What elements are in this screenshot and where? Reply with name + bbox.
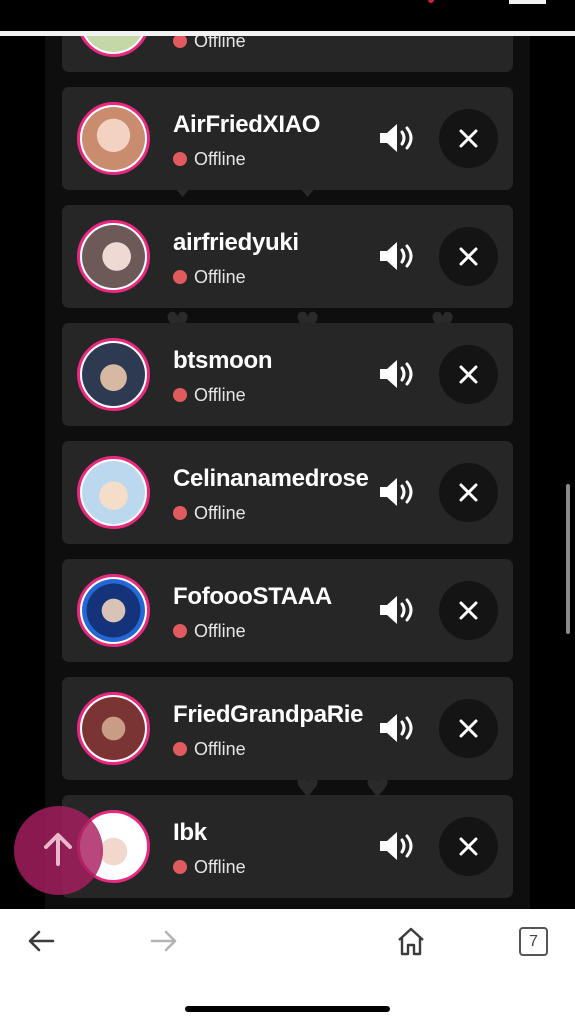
status-text: Offline	[194, 620, 246, 641]
arrow-left-icon[interactable]	[27, 929, 55, 953]
close-icon	[459, 601, 478, 620]
status-text: Offline	[194, 148, 246, 169]
volume-icon[interactable]	[378, 593, 416, 627]
offline-dot	[173, 860, 187, 874]
close-icon	[459, 837, 478, 856]
offline-dot	[173, 506, 187, 520]
friend-card[interactable]: AirFriedXIAO Offline	[62, 87, 513, 190]
avatar	[77, 36, 150, 57]
avatar	[77, 220, 150, 293]
remove-friend-button[interactable]	[439, 345, 498, 404]
remove-friend-button[interactable]	[439, 463, 498, 522]
friend-card[interactable]: btsmoon Offline	[62, 323, 513, 426]
avatar	[77, 102, 150, 175]
friend-card[interactable]: FriedGrandpaRie Offline	[62, 677, 513, 780]
friend-card[interactable]: FofoooSTAAA Offline	[62, 559, 513, 662]
volume-icon[interactable]	[378, 711, 416, 745]
status-text: Offline	[194, 266, 246, 287]
tabs-count-button[interactable]: 7	[519, 927, 548, 956]
status-indicator: Offline	[173, 149, 246, 169]
volume-icon[interactable]	[378, 829, 416, 863]
status-indicator: Offline	[173, 267, 246, 287]
friend-name: Ibk	[173, 819, 207, 846]
scroll-to-top-button[interactable]	[14, 806, 103, 895]
close-icon	[459, 365, 478, 384]
friend-name: btsmoon	[173, 347, 273, 374]
friend-name: Celinanamedrose	[173, 465, 369, 492]
close-icon	[459, 483, 478, 502]
offline-dot	[173, 624, 187, 638]
home-icon[interactable]	[396, 926, 426, 956]
friend-card[interactable]: Offline	[62, 36, 513, 72]
status-text: Offline	[194, 738, 246, 759]
status-indicator: Offline	[173, 739, 246, 759]
browser-bottom-bar: 7	[0, 909, 575, 1024]
remove-friend-button[interactable]	[439, 227, 498, 286]
status-indicator: Offline	[173, 36, 246, 51]
remove-friend-button[interactable]	[439, 581, 498, 640]
offline-dot	[173, 742, 187, 756]
friend-card[interactable]: Celinanamedrose Offline	[62, 441, 513, 544]
volume-icon[interactable]	[378, 121, 416, 155]
friend-card[interactable]: airfriedyuki Offline	[62, 205, 513, 308]
browser-top-bar	[0, 0, 575, 36]
status-text: Offline	[194, 856, 246, 877]
offline-dot	[173, 36, 187, 48]
volume-icon[interactable]	[378, 239, 416, 273]
status-text: Offline	[194, 502, 246, 523]
arrow-up-icon	[44, 833, 72, 866]
scrollbar[interactable]	[566, 484, 570, 634]
home-indicator	[185, 1006, 390, 1012]
volume-icon[interactable]	[378, 357, 416, 391]
close-icon	[459, 129, 478, 148]
friend-card[interactable]: Ibk Offline	[62, 795, 513, 898]
arrow-right-icon[interactable]	[150, 929, 178, 953]
volume-icon[interactable]	[378, 475, 416, 509]
offline-dot	[173, 152, 187, 166]
friends-list[interactable]: Offline AirFriedXIAO Offline airfriedyuk…	[62, 36, 513, 909]
close-icon	[459, 719, 478, 738]
avatar	[77, 574, 150, 647]
friend-name: FriedGrandpaRie	[173, 701, 364, 728]
close-icon	[459, 247, 478, 266]
status-indicator: Offline	[173, 857, 246, 877]
avatar	[77, 692, 150, 765]
status-text: Offline	[194, 384, 246, 405]
friend-name: AirFriedXIAO	[173, 111, 321, 138]
status-indicator: Offline	[173, 385, 246, 405]
remove-friend-button[interactable]	[439, 699, 498, 758]
status-indicator: Offline	[173, 621, 246, 641]
status-indicator: Offline	[173, 503, 246, 523]
remove-friend-button[interactable]	[439, 817, 498, 876]
friend-name: FofoooSTAAA	[173, 583, 332, 610]
notification-dot	[428, 0, 434, 3]
status-text: Offline	[194, 36, 246, 51]
menu-bar-icon[interactable]	[509, 0, 546, 4]
avatar	[77, 456, 150, 529]
offline-dot	[173, 270, 187, 284]
friend-name: airfriedyuki	[173, 229, 299, 256]
offline-dot	[173, 388, 187, 402]
avatar	[77, 338, 150, 411]
remove-friend-button[interactable]	[439, 109, 498, 168]
